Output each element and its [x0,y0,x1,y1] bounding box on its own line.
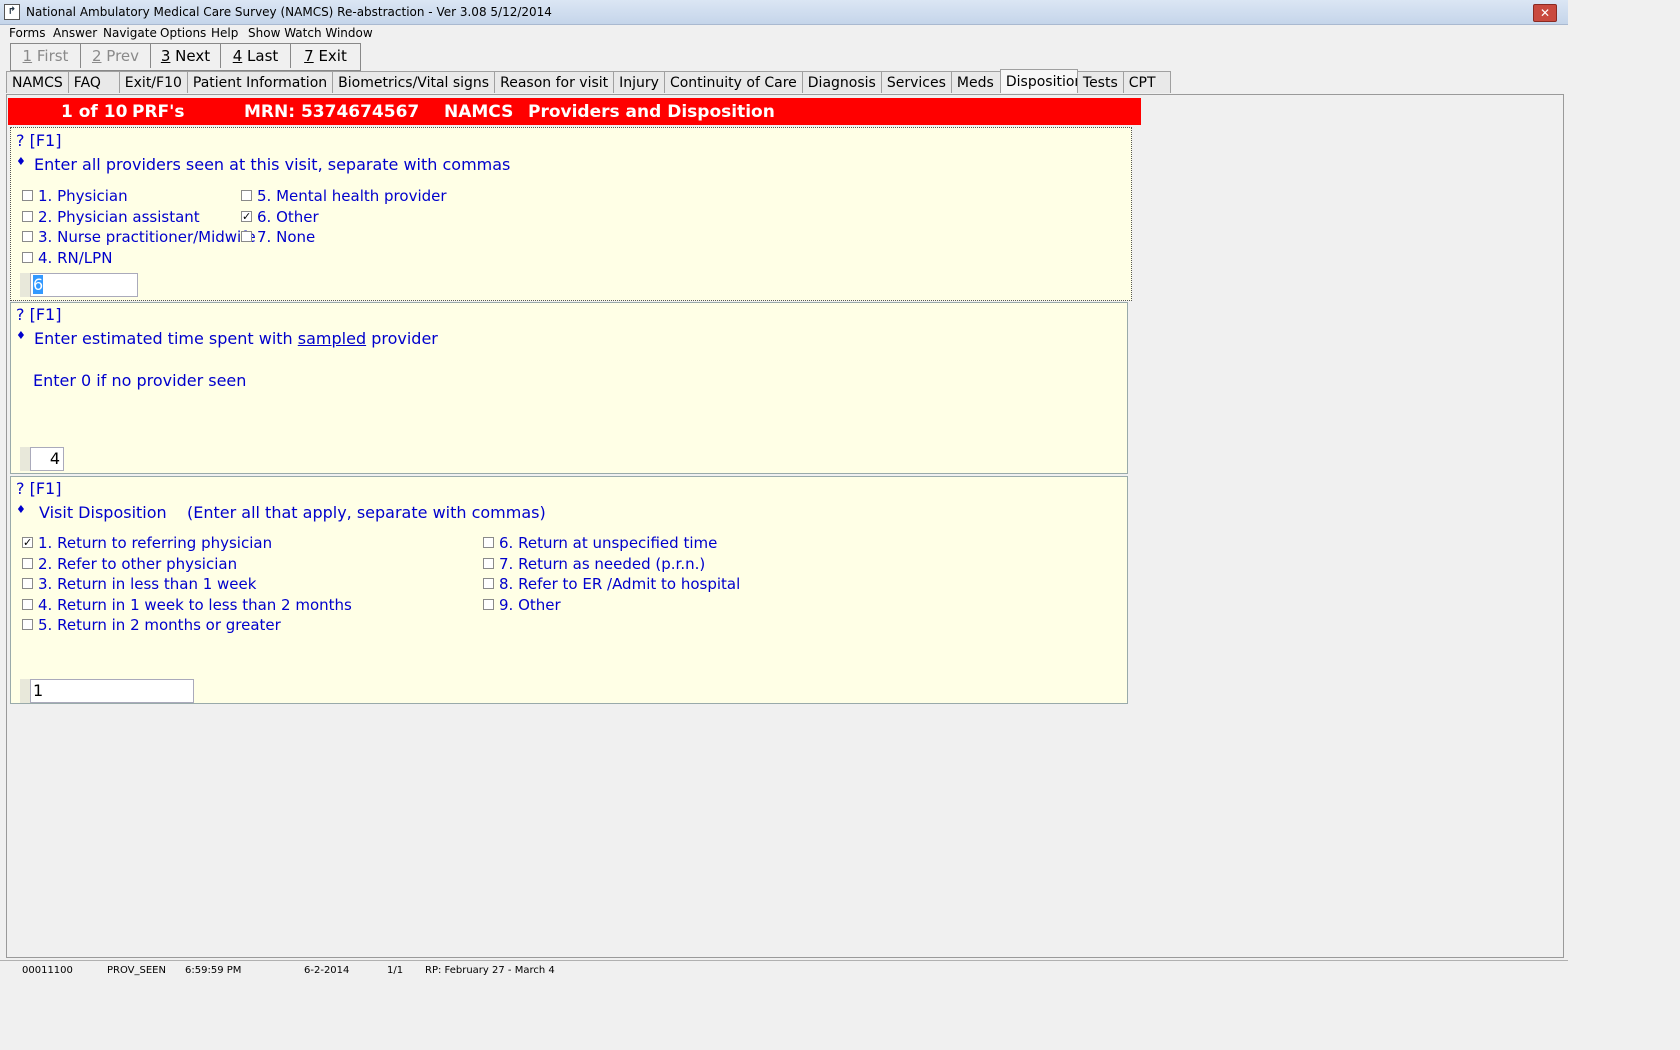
checkbox[interactable] [22,619,33,630]
tab-strip: NAMCS FAQ Exit/F10 Patient Information B… [6,69,1171,94]
status-id: 00011100 [22,965,73,976]
tab-patient-information[interactable]: Patient Information [186,71,334,93]
tab-biometrics[interactable]: Biometrics/Vital signs [332,71,496,93]
bullet-icon: ♦ [16,155,26,168]
checkbox[interactable] [22,252,33,263]
status-date: 6-2-2014 [304,965,350,976]
tab-faq[interactable]: FAQ [67,71,120,93]
status-page: 1/1 [387,965,404,976]
question-prompt: Enter all providers seen at this visit, … [34,155,511,174]
tab-tests[interactable]: Tests [1076,71,1124,93]
input-gutter [20,447,30,471]
menu-show-watch-window[interactable]: Show Watch Window [248,26,373,40]
checkbox[interactable] [22,211,33,222]
bullet-icon: ♦ [16,329,26,342]
question-prompt: Enter estimated time spent with sampled … [34,329,438,348]
navigation-toolbar: 1 First 2 Prev 3 Next 4 Last 7 Exit [10,43,361,71]
tab-meds[interactable]: Meds [950,71,1001,93]
record-counter: 1 of 10 [61,102,128,122]
input-gutter [20,273,30,297]
tab-cpt[interactable]: CPT [1122,71,1171,93]
tab-services[interactable]: Services [880,71,952,93]
form-name: PRF's [132,102,185,122]
help-link[interactable]: ? [F1] [16,131,61,150]
tab-reason-for-visit[interactable]: Reason for visit [494,71,615,93]
checkbox[interactable] [483,578,494,589]
question-note: Enter 0 if no provider seen [33,371,247,390]
checkbox[interactable] [483,599,494,610]
time-spent-input[interactable]: 4 [30,447,64,471]
input-gutter [20,679,30,703]
bullet-icon: ♦ [16,503,26,516]
time-spent-question: ? [F1] ♦ Enter estimated time spent with… [10,302,1128,474]
section-title: Providers and Disposition [528,102,775,122]
checkbox[interactable] [22,599,33,610]
disposition-input[interactable]: 1 [30,679,194,703]
checkbox[interactable] [22,190,33,201]
title-bar: ↱ National Ambulatory Medical Care Surve… [0,0,1568,25]
window-title: National Ambulatory Medical Care Survey … [26,5,552,19]
app-icon: ↱ [4,4,20,20]
tab-exit-f10[interactable]: Exit/F10 [118,71,188,93]
menu-bar: Forms Answer Navigate Options Help Show … [0,24,1568,42]
prev-button[interactable]: 2 Prev [81,44,151,68]
survey-name: NAMCS [444,102,514,122]
checkbox[interactable] [241,231,252,242]
mrn-label: MRN: 5374674567 [244,102,420,122]
menu-forms[interactable]: Forms [9,26,45,40]
help-link[interactable]: ? [F1] [16,479,61,498]
tab-diagnosis[interactable]: Diagnosis [801,71,882,93]
form-header: 1 of 10 PRF's MRN: 5374674567 NAMCS Prov… [8,98,1141,125]
menu-navigate[interactable]: Navigate [103,26,157,40]
exit-button[interactable]: 7 Exit [291,44,360,68]
status-bar: 00011100 PROV_SEEN 6:59:59 PM 6-2-2014 1… [0,960,1568,981]
checkbox[interactable] [241,190,252,201]
checkbox[interactable] [483,537,494,548]
menu-help[interactable]: Help [211,26,238,40]
menu-options[interactable]: Options [160,26,206,40]
tab-continuity-of-care[interactable]: Continuity of Care [663,71,803,93]
checkbox[interactable] [22,578,33,589]
tab-namcs[interactable]: NAMCS [6,71,69,93]
providers-question: ? [F1] ♦ Enter all providers seen at thi… [10,127,1132,301]
checkbox[interactable] [22,231,33,242]
status-field: PROV_SEEN [107,965,166,976]
checkbox[interactable] [483,558,494,569]
providers-input[interactable]: 6 [30,273,138,297]
status-reporting-period: RP: February 27 - March 4 [425,965,555,976]
question-prompt: Visit Disposition (Enter all that apply,… [39,503,546,522]
checkbox[interactable]: ✓ [241,211,252,222]
tab-injury[interactable]: Injury [613,71,665,93]
close-button[interactable]: ✕ [1533,4,1557,22]
visit-disposition-question: ? [F1] ♦ Visit Disposition (Enter all th… [10,476,1128,704]
checkbox[interactable]: ✓ [22,537,33,548]
last-button[interactable]: 4 Last [221,44,291,68]
help-link[interactable]: ? [F1] [16,305,61,324]
checkbox[interactable] [22,558,33,569]
status-time: 6:59:59 PM [185,965,242,976]
next-button[interactable]: 3 Next [151,44,221,68]
menu-answer[interactable]: Answer [53,26,97,40]
tab-disposition[interactable]: Disposition [999,69,1083,93]
first-button[interactable]: 1 First [11,44,81,68]
